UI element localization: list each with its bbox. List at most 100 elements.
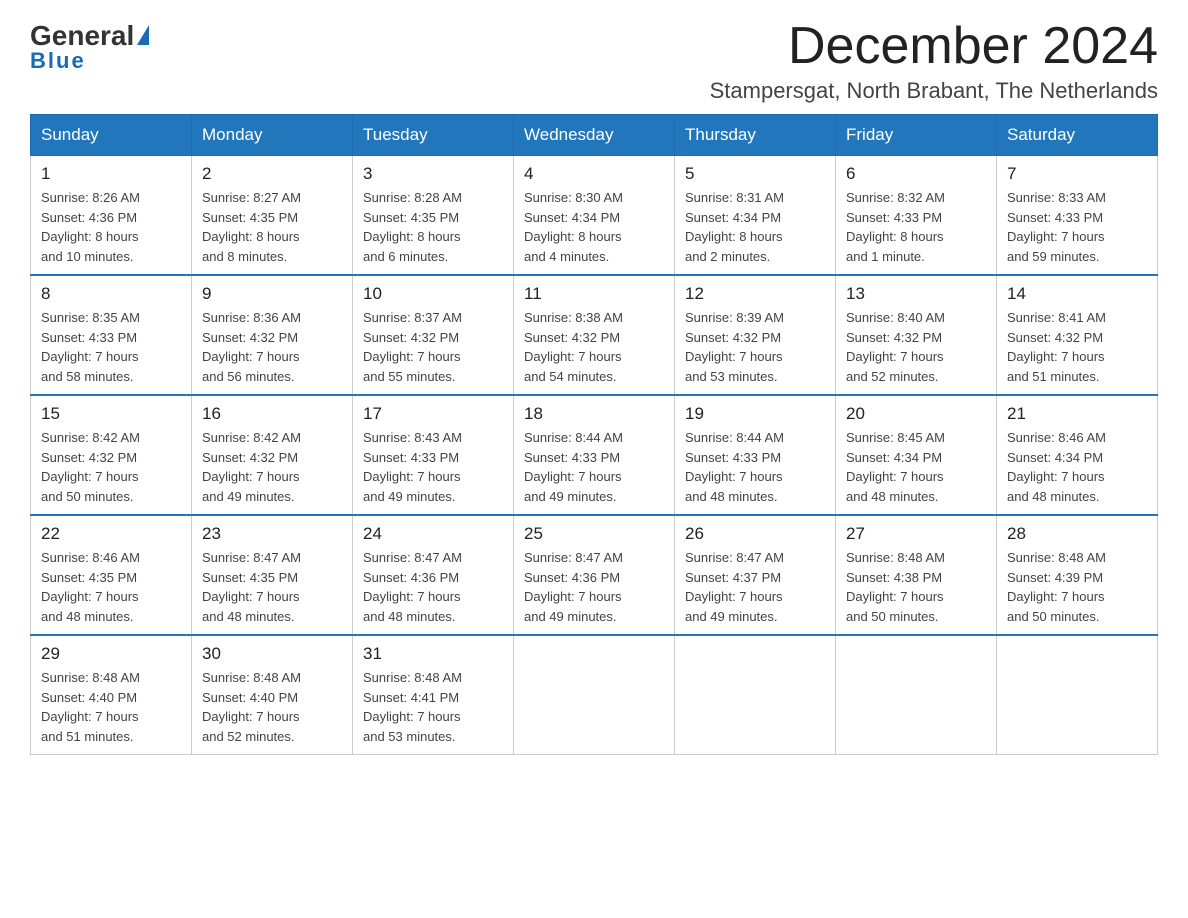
day-info: Sunrise: 8:47 AMSunset: 4:36 PMDaylight:…	[524, 548, 664, 626]
day-number: 29	[41, 644, 181, 664]
month-title: December 2024	[710, 20, 1158, 72]
calendar-cell: 25 Sunrise: 8:47 AMSunset: 4:36 PMDayligh…	[514, 515, 675, 635]
weekday-header-thursday: Thursday	[675, 115, 836, 156]
day-number: 28	[1007, 524, 1147, 544]
day-info: Sunrise: 8:44 AMSunset: 4:33 PMDaylight:…	[685, 428, 825, 506]
logo-triangle-icon	[137, 25, 149, 45]
day-number: 12	[685, 284, 825, 304]
day-info: Sunrise: 8:42 AMSunset: 4:32 PMDaylight:…	[41, 428, 181, 506]
calendar-cell	[997, 635, 1158, 755]
day-info: Sunrise: 8:35 AMSunset: 4:33 PMDaylight:…	[41, 308, 181, 386]
calendar-cell: 1Sunrise: 8:26 AMSunset: 4:36 PMDaylight…	[31, 156, 192, 276]
day-number: 31	[363, 644, 503, 664]
calendar-cell: 8 Sunrise: 8:35 AMSunset: 4:33 PMDaylight…	[31, 275, 192, 395]
weekday-header-saturday: Saturday	[997, 115, 1158, 156]
week-row-3: 15 Sunrise: 8:42 AMSunset: 4:32 PMDayligh…	[31, 395, 1158, 515]
day-number: 9	[202, 284, 342, 304]
calendar-cell: 5Sunrise: 8:31 AMSunset: 4:34 PMDaylight…	[675, 156, 836, 276]
calendar-cell	[675, 635, 836, 755]
day-info: Sunrise: 8:28 AMSunset: 4:35 PMDaylight:…	[363, 188, 503, 266]
calendar-cell: 7 Sunrise: 8:33 AMSunset: 4:33 PMDaylight…	[997, 156, 1158, 276]
calendar-cell: 28 Sunrise: 8:48 AMSunset: 4:39 PMDayligh…	[997, 515, 1158, 635]
day-number: 20	[846, 404, 986, 424]
calendar-cell	[836, 635, 997, 755]
calendar-cell: 6 Sunrise: 8:32 AMSunset: 4:33 PMDaylight…	[836, 156, 997, 276]
day-number: 4	[524, 164, 664, 184]
day-number: 27	[846, 524, 986, 544]
calendar-cell: 23Sunrise: 8:47 AMSunset: 4:35 PMDayligh…	[192, 515, 353, 635]
day-info: Sunrise: 8:48 AMSunset: 4:41 PMDaylight:…	[363, 668, 503, 746]
day-info: Sunrise: 8:36 AMSunset: 4:32 PMDaylight:…	[202, 308, 342, 386]
calendar-cell: 12 Sunrise: 8:39 AMSunset: 4:32 PMDayligh…	[675, 275, 836, 395]
day-info: Sunrise: 8:48 AMSunset: 4:39 PMDaylight:…	[1007, 548, 1147, 626]
day-info: Sunrise: 8:48 AMSunset: 4:40 PMDaylight:…	[41, 668, 181, 746]
day-number: 13	[846, 284, 986, 304]
day-info: Sunrise: 8:38 AMSunset: 4:32 PMDaylight:…	[524, 308, 664, 386]
day-number: 3	[363, 164, 503, 184]
day-info: Sunrise: 8:44 AMSunset: 4:33 PMDaylight:…	[524, 428, 664, 506]
day-info: Sunrise: 8:48 AMSunset: 4:40 PMDaylight:…	[202, 668, 342, 746]
calendar-cell: 14 Sunrise: 8:41 AMSunset: 4:32 PMDayligh…	[997, 275, 1158, 395]
calendar-cell: 15 Sunrise: 8:42 AMSunset: 4:32 PMDayligh…	[31, 395, 192, 515]
day-info: Sunrise: 8:39 AMSunset: 4:32 PMDaylight:…	[685, 308, 825, 386]
calendar-cell: 29 Sunrise: 8:48 AMSunset: 4:40 PMDayligh…	[31, 635, 192, 755]
day-number: 2	[202, 164, 342, 184]
day-number: 15	[41, 404, 181, 424]
day-info: Sunrise: 8:46 AMSunset: 4:35 PMDaylight:…	[41, 548, 181, 626]
calendar-cell: 17Sunrise: 8:43 AMSunset: 4:33 PMDayligh…	[353, 395, 514, 515]
calendar-cell: 9 Sunrise: 8:36 AMSunset: 4:32 PMDaylight…	[192, 275, 353, 395]
day-info: Sunrise: 8:37 AMSunset: 4:32 PMDaylight:…	[363, 308, 503, 386]
calendar-cell: 13 Sunrise: 8:40 AMSunset: 4:32 PMDayligh…	[836, 275, 997, 395]
day-number: 14	[1007, 284, 1147, 304]
day-info: Sunrise: 8:45 AMSunset: 4:34 PMDaylight:…	[846, 428, 986, 506]
calendar-table: SundayMondayTuesdayWednesdayThursdayFrid…	[30, 114, 1158, 755]
calendar-cell	[514, 635, 675, 755]
day-number: 16	[202, 404, 342, 424]
page-header: General Blue December 2024 Stampersgat, …	[30, 20, 1158, 104]
day-number: 22	[41, 524, 181, 544]
calendar-cell: 3 Sunrise: 8:28 AMSunset: 4:35 PMDaylight…	[353, 156, 514, 276]
week-row-4: 22 Sunrise: 8:46 AMSunset: 4:35 PMDayligh…	[31, 515, 1158, 635]
day-number: 11	[524, 284, 664, 304]
day-number: 24	[363, 524, 503, 544]
day-info: Sunrise: 8:26 AMSunset: 4:36 PMDaylight:…	[41, 188, 181, 266]
day-info: Sunrise: 8:32 AMSunset: 4:33 PMDaylight:…	[846, 188, 986, 266]
logo-blue-text: Blue	[30, 48, 86, 74]
calendar-cell: 2 Sunrise: 8:27 AMSunset: 4:35 PMDaylight…	[192, 156, 353, 276]
day-number: 30	[202, 644, 342, 664]
day-number: 26	[685, 524, 825, 544]
weekday-header-monday: Monday	[192, 115, 353, 156]
day-number: 23	[202, 524, 342, 544]
day-info: Sunrise: 8:48 AMSunset: 4:38 PMDaylight:…	[846, 548, 986, 626]
day-info: Sunrise: 8:27 AMSunset: 4:35 PMDaylight:…	[202, 188, 342, 266]
day-number: 7	[1007, 164, 1147, 184]
calendar-cell: 19Sunrise: 8:44 AMSunset: 4:33 PMDayligh…	[675, 395, 836, 515]
title-area: December 2024 Stampersgat, North Brabant…	[710, 20, 1158, 104]
calendar-cell: 27 Sunrise: 8:48 AMSunset: 4:38 PMDayligh…	[836, 515, 997, 635]
week-row-1: 1Sunrise: 8:26 AMSunset: 4:36 PMDaylight…	[31, 156, 1158, 276]
calendar-cell: 30 Sunrise: 8:48 AMSunset: 4:40 PMDayligh…	[192, 635, 353, 755]
day-info: Sunrise: 8:33 AMSunset: 4:33 PMDaylight:…	[1007, 188, 1147, 266]
day-number: 18	[524, 404, 664, 424]
day-info: Sunrise: 8:41 AMSunset: 4:32 PMDaylight:…	[1007, 308, 1147, 386]
day-number: 25	[524, 524, 664, 544]
day-info: Sunrise: 8:40 AMSunset: 4:32 PMDaylight:…	[846, 308, 986, 386]
day-info: Sunrise: 8:42 AMSunset: 4:32 PMDaylight:…	[202, 428, 342, 506]
day-info: Sunrise: 8:47 AMSunset: 4:37 PMDaylight:…	[685, 548, 825, 626]
week-row-2: 8 Sunrise: 8:35 AMSunset: 4:33 PMDaylight…	[31, 275, 1158, 395]
day-number: 5	[685, 164, 825, 184]
weekday-header-wednesday: Wednesday	[514, 115, 675, 156]
calendar-cell: 21Sunrise: 8:46 AMSunset: 4:34 PMDayligh…	[997, 395, 1158, 515]
calendar-cell: 10 Sunrise: 8:37 AMSunset: 4:32 PMDayligh…	[353, 275, 514, 395]
day-number: 8	[41, 284, 181, 304]
weekday-header-sunday: Sunday	[31, 115, 192, 156]
calendar-cell: 11 Sunrise: 8:38 AMSunset: 4:32 PMDayligh…	[514, 275, 675, 395]
day-number: 10	[363, 284, 503, 304]
day-number: 21	[1007, 404, 1147, 424]
day-info: Sunrise: 8:47 AMSunset: 4:36 PMDaylight:…	[363, 548, 503, 626]
calendar-cell: 4 Sunrise: 8:30 AMSunset: 4:34 PMDaylight…	[514, 156, 675, 276]
day-number: 17	[363, 404, 503, 424]
day-number: 6	[846, 164, 986, 184]
calendar-cell: 22 Sunrise: 8:46 AMSunset: 4:35 PMDayligh…	[31, 515, 192, 635]
day-info: Sunrise: 8:30 AMSunset: 4:34 PMDaylight:…	[524, 188, 664, 266]
